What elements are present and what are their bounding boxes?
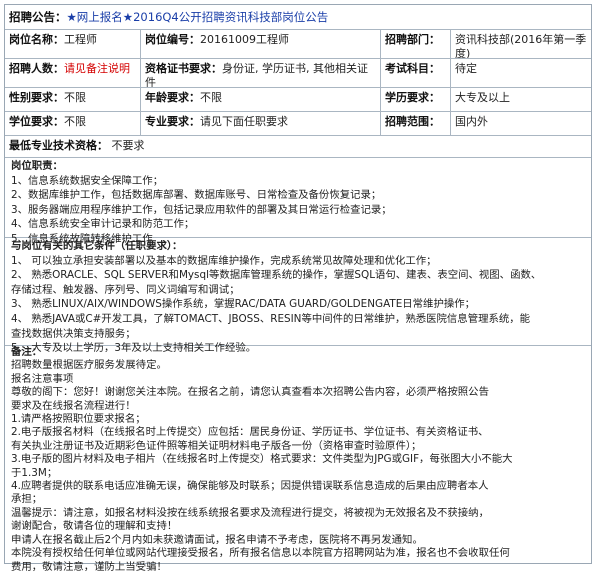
count-cell: 招聘人数：请见备注说明 xyxy=(5,59,141,87)
exam-value-cell: 待定 xyxy=(451,59,591,87)
position-name-label: 岗位名称： xyxy=(9,33,64,46)
condition-line: 查找数据供决策支持服务； xyxy=(11,327,136,340)
duties-title: 岗位职责： xyxy=(11,160,63,172)
edu-value: 大专及以上 xyxy=(455,91,510,104)
tech-cell: 最低专业技术资格： 不要求 xyxy=(5,136,591,157)
age-cell: 年龄要求：不限 xyxy=(141,88,381,111)
condition-line: 存储过程、触发器、序列号、同义词编写和调试； xyxy=(11,283,240,296)
note-line: 温馨提示：请注意，如报名材料没按在线系统报名要求及流程进行提交，将被视为无效报名… xyxy=(11,506,489,519)
note-line: 要求及在线报名流程进行！ xyxy=(11,399,136,412)
tech-label: 最低专业技术资格： xyxy=(9,139,108,152)
note-line: 招聘数量根据医疗服务发展待定。 xyxy=(11,359,167,372)
duty-item: 3、服务器端应用程序维护工作，包括记录应用软件的部署及其日常运行检查记录； xyxy=(11,203,392,216)
info-row-3: 性别要求：不限 年龄要求：不限 学历要求： 大专及以上 xyxy=(5,88,591,112)
gender-label: 性别要求： xyxy=(9,91,64,104)
note-line: 申请人在报名截止后2个月内如未获邀请面试，报名申请不予考虑，医院将不再另发通知。 xyxy=(11,533,423,546)
exam-label-cell: 考试科目： xyxy=(381,59,451,87)
degree-value: 不限 xyxy=(64,115,86,128)
dept-label-cell: 招聘部门： xyxy=(381,30,451,58)
announcement-link[interactable]: ★网上报名★2016Q4公开招聘资讯科技部岗位公告 xyxy=(67,10,329,24)
duty-item: 4、信息系统安全审计记录和防范工作； xyxy=(11,218,195,231)
job-posting-table: 招聘公告：★网上报名★2016Q4公开招聘资讯科技部岗位公告 岗位名称：工程师 … xyxy=(4,4,592,573)
condition-line: 3、 熟悉LINUX/AIX/WINDOWS操作系统，掌握RAC/DATA GU… xyxy=(11,298,476,311)
note-line: 4.应聘者提供的联系电话应准确无误，确保能够及时联系；因提供错误联系信息造成的后… xyxy=(11,480,489,493)
duty-item: 1、信息系统数据安全保障工作； xyxy=(11,174,164,187)
note-line: 报名注意事项 xyxy=(11,372,74,385)
degree-label: 学位要求： xyxy=(9,115,64,128)
edu-label: 学历要求： xyxy=(385,91,440,104)
note-line: 费用，敬请注意，谨防上当受骗！ xyxy=(11,560,167,573)
notes-text: 备注： 招聘数量根据医疗服务发展待定。 报名注意事项 尊敬的阁下：您好！谢谢您关… xyxy=(11,346,585,574)
posting-header-cell: 招聘公告：★网上报名★2016Q4公开招聘资讯科技部岗位公告 xyxy=(5,5,591,29)
notes-section: 备注： 招聘数量根据医疗服务发展待定。 报名注意事项 尊敬的阁下：您好！谢谢您关… xyxy=(5,346,591,573)
note-line: 尊敬的阁下：您好！谢谢您关注本院。在报名之前，请您认真查看本次招聘公告内容，必须… xyxy=(11,386,489,399)
condition-line: 2、 熟悉ORACLE、SQL SERVER和Mysql等数据库管理系统的操作，… xyxy=(11,269,542,282)
scope-label-cell: 招聘范围： xyxy=(381,112,451,135)
cert-label: 资格证书要求： xyxy=(145,62,222,75)
condition-line: 1、 可以独立承担安装部署以及基本的数据库维护操作，完成系统常见故障处理和优化工… xyxy=(11,254,437,267)
count-label: 招聘人数： xyxy=(9,62,64,75)
major-label: 专业要求： xyxy=(145,115,200,128)
info-row-2: 招聘人数：请见备注说明 资格证书要求：身份证, 学历证书, 其他相关证件 考试科… xyxy=(5,59,591,88)
position-name-cell: 岗位名称：工程师 xyxy=(5,30,141,58)
note-line: 本院没有授权给任何单位或网站代理接受报名，所有报名信息以本院官方招聘网站为准，报… xyxy=(11,547,510,560)
dept-value-cell: 资讯科技部(2016年第一季度) xyxy=(451,30,591,58)
degree-cell: 学位要求：不限 xyxy=(5,112,141,135)
note-line: 3.电子版的图片材料及电子相片（在线报名时上传提交）格式要求：文件类型为JPG或… xyxy=(11,453,513,466)
conditions-text: 与岗位有关的其它条件（任职要求）： 1、 可以独立承担安装部署以及基本的数据库维… xyxy=(11,239,585,356)
announcement-label: 招聘公告： xyxy=(9,10,67,24)
dept-label: 招聘部门： xyxy=(385,33,440,46)
conditions-title: 与岗位有关的其它条件（任职要求）： xyxy=(11,240,183,252)
age-label: 年龄要求： xyxy=(145,91,200,104)
duty-item: 2、数据库维护工作，包括数据库部署、数据库账号、日常检查及备份恢复记录； xyxy=(11,189,382,202)
note-line: 1.请严格按照职位要求报名； xyxy=(11,413,146,426)
duties-text: 岗位职责： 1、信息系统数据安全保障工作； 2、数据库维护工作，包括数据库部署、… xyxy=(11,159,585,247)
position-name-value: 工程师 xyxy=(64,33,97,46)
position-code-label: 岗位编号： xyxy=(145,33,200,46)
scope-value-cell: 国内外 xyxy=(451,112,591,135)
edu-label-cell: 学历要求： xyxy=(381,88,451,111)
count-value: 请见备注说明 xyxy=(64,62,130,75)
position-code-value: 20161009工程师 xyxy=(200,33,289,46)
cert-cell: 资格证书要求：身份证, 学历证书, 其他相关证件 xyxy=(141,59,381,87)
conditions-section: 与岗位有关的其它条件（任职要求）： 1、 可以独立承担安装部署以及基本的数据库维… xyxy=(5,238,591,354)
note-line: 承担； xyxy=(11,493,43,506)
age-value: 不限 xyxy=(200,91,222,104)
note-line: 于1.3M； xyxy=(11,466,58,479)
duties-section: 岗位职责： 1、信息系统数据安全保障工作； 2、数据库维护工作，包括数据库部署、… xyxy=(5,158,591,245)
exam-value: 待定 xyxy=(455,62,477,75)
major-cell: 专业要求：请见下面任职要求 xyxy=(141,112,381,135)
posting-header: 招聘公告：★网上报名★2016Q4公开招聘资讯科技部岗位公告 xyxy=(5,5,591,30)
note-line: 谢谢配合，敬请各位的理解和支持！ xyxy=(11,520,178,533)
edu-value-cell: 大专及以上 xyxy=(451,88,591,111)
major-value: 请见下面任职要求 xyxy=(200,115,288,128)
exam-label: 考试科目： xyxy=(385,62,440,75)
note-line: 有关执业注册证书及近期彩色证件照等相关证明材料电子版各一份（资格审查时验原件）； xyxy=(11,439,422,452)
notes-title: 备注： xyxy=(11,346,43,358)
info-row-1: 岗位名称：工程师 岗位编号：20161009工程师 招聘部门： 资讯科技部(20… xyxy=(5,30,591,59)
gender-cell: 性别要求：不限 xyxy=(5,88,141,111)
dept-value: 资讯科技部(2016年第一季度) xyxy=(455,33,587,58)
scope-label: 招聘范围： xyxy=(385,115,440,128)
scope-value: 国内外 xyxy=(455,115,488,128)
position-code-cell: 岗位编号：20161009工程师 xyxy=(141,30,381,58)
info-row-4: 学位要求：不限 专业要求：请见下面任职要求 招聘范围： 国内外 xyxy=(5,112,591,136)
condition-line: 4、 熟悉JAVA或C#开发工具，了解TOMACT、JBOSS、RESIN等中间… xyxy=(11,312,531,325)
note-line: 2.电子版报名材料（在线报名时上传提交）应包括：居民身份证、学历证书、学位证书、… xyxy=(11,426,489,439)
info-row-5: 最低专业技术资格： 不要求 xyxy=(5,136,591,158)
tech-value: 不要求 xyxy=(111,139,145,152)
gender-value: 不限 xyxy=(64,91,86,104)
